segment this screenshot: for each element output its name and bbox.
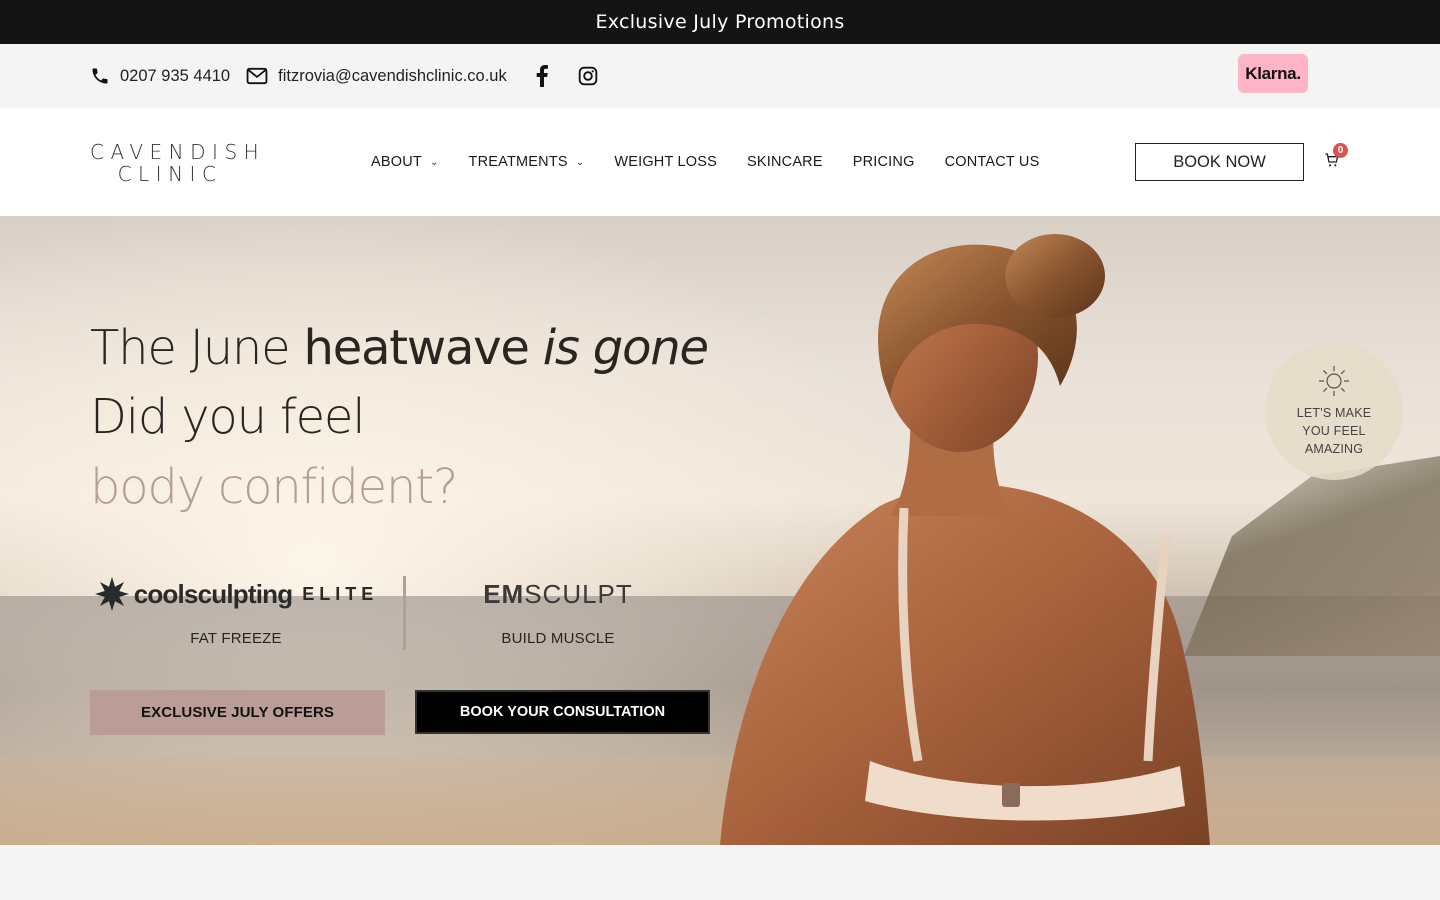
logo-line-1: CAVENDISH	[90, 140, 266, 164]
below-fold-strip	[0, 845, 1440, 900]
promo-bar[interactable]: Exclusive July Promotions	[0, 0, 1440, 44]
coolsculpting-brand[interactable]: coolsculpting ELITE FAT FREEZE	[94, 574, 379, 647]
promo-text[interactable]: Exclusive July Promotions	[595, 11, 844, 33]
hero-headline-line-1: The June heatwave is gone	[90, 320, 709, 376]
snowflake-icon	[94, 577, 129, 611]
cart-button[interactable]: 0	[1324, 143, 1348, 174]
brand-label: FAT FREEZE	[190, 630, 282, 647]
site-logo[interactable]: CAVENDISH CLINIC	[90, 140, 266, 186]
emsculpt-brand[interactable]: EMSCULPT BUILD MUSCLE	[428, 574, 688, 648]
menu-label: SKINCARE	[747, 154, 823, 170]
brand-label: BUILD MUSCLE	[501, 630, 615, 647]
menu-item-skincare[interactable]: SKINCARE	[747, 154, 823, 170]
menu-label: PRICING	[852, 154, 915, 170]
menu-label: CONTACT US	[944, 154, 1040, 170]
social-links	[531, 65, 623, 87]
menu-label: TREATMENTS	[468, 154, 568, 170]
menu-label: ABOUT	[371, 154, 422, 170]
badge-text: LET'S MAKE YOU FEEL AMAZING	[1296, 406, 1372, 456]
coolsculpting-wordmark: coolsculpting	[133, 578, 293, 609]
emsculpt-sculpt: SCULPT	[524, 578, 633, 609]
main-menu: ABOUT ⌄ TREATMENTS ⌄ WEIGHT LOSS SKINCAR…	[371, 108, 1069, 216]
headline-italic: is gone	[528, 320, 709, 376]
mail-icon	[246, 67, 268, 85]
sun-icon	[1319, 366, 1349, 396]
hero-banner: The June heatwave is gone Did you feel b…	[0, 216, 1440, 845]
menu-item-pricing[interactable]: PRICING	[853, 154, 915, 170]
emsculpt-logo: EMSCULPT	[483, 574, 633, 614]
emsculpt-em: EM	[483, 578, 525, 609]
menu-item-weight-loss[interactable]: WEIGHT LOSS	[614, 154, 717, 170]
brand-divider	[403, 576, 406, 650]
phone-icon	[92, 68, 108, 84]
email-link[interactable]: fitzrovia@cavendishclinic.co.uk	[246, 67, 507, 86]
contact-bar: 0207 935 4410 fitzrovia@cavendishclinic.…	[0, 44, 1440, 108]
menu-label: WEIGHT LOSS	[614, 154, 717, 170]
elite-wordmark: ELITE	[302, 583, 379, 604]
chevron-down-icon: ⌄	[429, 156, 439, 168]
hero-headline-line-2: Did you feel	[90, 389, 366, 445]
hero-woman-image	[720, 234, 1210, 845]
phone-link[interactable]: 0207 935 4410	[90, 66, 230, 86]
email-address: fitzrovia@cavendishclinic.co.uk	[278, 66, 507, 85]
book-consultation-button[interactable]: BOOK YOUR CONSULTATION	[415, 690, 710, 734]
hero-headline-line-3: body confident?	[90, 459, 458, 515]
chevron-down-icon: ⌄	[575, 156, 585, 168]
klarna-badge[interactable]: Klarna.	[1238, 54, 1308, 93]
feel-amazing-badge: LET'S MAKE YOU FEEL AMAZING	[1265, 342, 1403, 480]
headline-part: The June	[90, 320, 304, 376]
facebook-icon[interactable]	[531, 65, 553, 87]
phone-number: 0207 935 4410	[120, 66, 231, 85]
logo-line-2: CLINIC	[117, 162, 223, 186]
exclusive-offers-button[interactable]: EXCLUSIVE JULY OFFERS	[90, 690, 385, 735]
menu-item-about[interactable]: ABOUT ⌄	[371, 154, 439, 170]
headline-emphasis: heatwave	[303, 320, 530, 376]
coolsculpting-logo: coolsculpting ELITE	[94, 574, 379, 614]
cart-count-badge: 0	[1333, 143, 1348, 158]
book-now-button[interactable]: BOOK NOW	[1135, 143, 1304, 181]
main-navbar: CAVENDISH CLINIC ABOUT ⌄ TREATMENTS ⌄ WE…	[0, 108, 1440, 216]
menu-item-contact-us[interactable]: CONTACT US	[945, 154, 1040, 170]
emsculpt-wordmark: EMSCULPT	[483, 579, 633, 610]
instagram-icon[interactable]	[577, 65, 599, 87]
menu-item-treatments[interactable]: TREATMENTS ⌄	[469, 154, 585, 170]
